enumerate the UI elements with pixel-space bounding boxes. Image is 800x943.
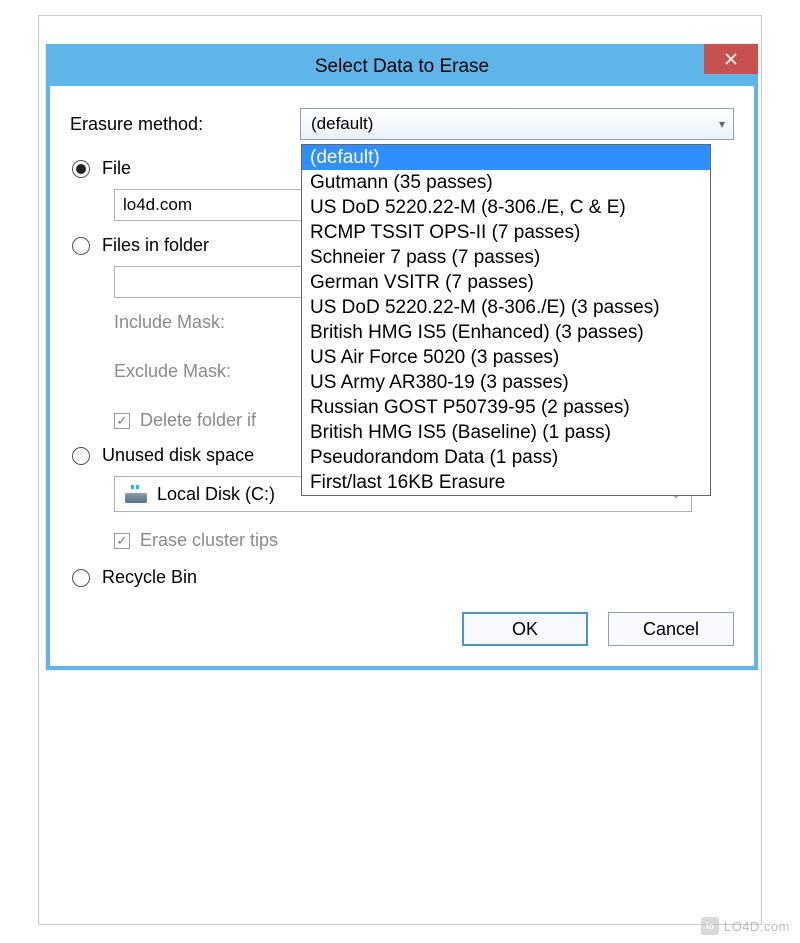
cancel-button-label: Cancel <box>643 619 699 640</box>
chevron-down-icon: ▾ <box>719 117 725 131</box>
dropdown-item[interactable]: US DoD 5220.22-M (8-306./E) (3 passes) <box>302 295 710 320</box>
watermark: lo LO4D.com <box>701 917 790 935</box>
dropdown-item[interactable]: Pseudorandom Data (1 pass) <box>302 445 710 470</box>
folder-input[interactable] <box>114 266 318 298</box>
delete-folder-checkbox[interactable] <box>114 413 130 429</box>
file-input-value: lo4d.com <box>123 195 192 215</box>
cancel-button[interactable]: Cancel <box>608 612 734 646</box>
dropdown-item[interactable]: British HMG IS5 (Enhanced) (3 passes) <box>302 320 710 345</box>
dropdown-item[interactable]: First/last 16KB Erasure <box>302 470 710 495</box>
dropdown-item[interactable]: US Air Force 5020 (3 passes) <box>302 345 710 370</box>
file-input[interactable]: lo4d.com <box>114 189 318 221</box>
titlebar: Select Data to Erase <box>50 48 754 86</box>
radio-file[interactable] <box>72 160 90 178</box>
radio-unused-disk[interactable] <box>72 447 90 465</box>
watermark-text: LO4D.com <box>724 919 790 934</box>
dropdown-item[interactable]: Gutmann (35 passes) <box>302 170 710 195</box>
dropdown-item[interactable]: US DoD 5220.22-M (8-306./E, C & E) <box>302 195 710 220</box>
dropdown-item[interactable]: US Army AR380-19 (3 passes) <box>302 370 710 395</box>
dropdown-item[interactable]: (default) <box>302 145 710 170</box>
erasure-method-dropdown[interactable]: (default) Gutmann (35 passes) US DoD 522… <box>301 144 711 496</box>
radio-files-in-folder[interactable] <box>72 237 90 255</box>
erase-cluster-tips-checkbox[interactable] <box>114 533 130 549</box>
watermark-icon: lo <box>701 917 719 935</box>
erasure-method-label: Erasure method: <box>70 114 300 135</box>
erasure-method-combo[interactable]: (default) ▾ <box>300 108 734 140</box>
radio-unused-disk-label: Unused disk space <box>102 445 254 466</box>
dropdown-item[interactable]: RCMP TSSIT OPS-II (7 passes) <box>302 220 710 245</box>
dialog-title: Select Data to Erase <box>315 56 489 78</box>
dropdown-item[interactable]: British HMG IS5 (Baseline) (1 pass) <box>302 420 710 445</box>
dropdown-item[interactable]: Russian GOST P50739-95 (2 passes) <box>302 395 710 420</box>
radio-recycle-bin[interactable] <box>72 569 90 587</box>
radio-files-in-folder-label: Files in folder <box>102 235 209 256</box>
dropdown-item[interactable]: German VSITR (7 passes) <box>302 270 710 295</box>
close-icon <box>724 52 738 66</box>
ok-button-label: OK <box>512 619 538 640</box>
radio-recycle-bin-label: Recycle Bin <box>102 567 197 588</box>
dropdown-item[interactable]: Schneier 7 pass (7 passes) <box>302 245 710 270</box>
erase-cluster-tips-label: Erase cluster tips <box>140 530 278 551</box>
disk-combo-value: Local Disk (C:) <box>157 484 275 505</box>
close-button[interactable] <box>704 44 758 74</box>
ok-button[interactable]: OK <box>462 612 588 646</box>
delete-folder-label: Delete folder if <box>140 410 256 431</box>
disk-icon <box>125 485 147 503</box>
erasure-method-value: (default) <box>311 114 373 134</box>
radio-file-label: File <box>102 158 131 179</box>
